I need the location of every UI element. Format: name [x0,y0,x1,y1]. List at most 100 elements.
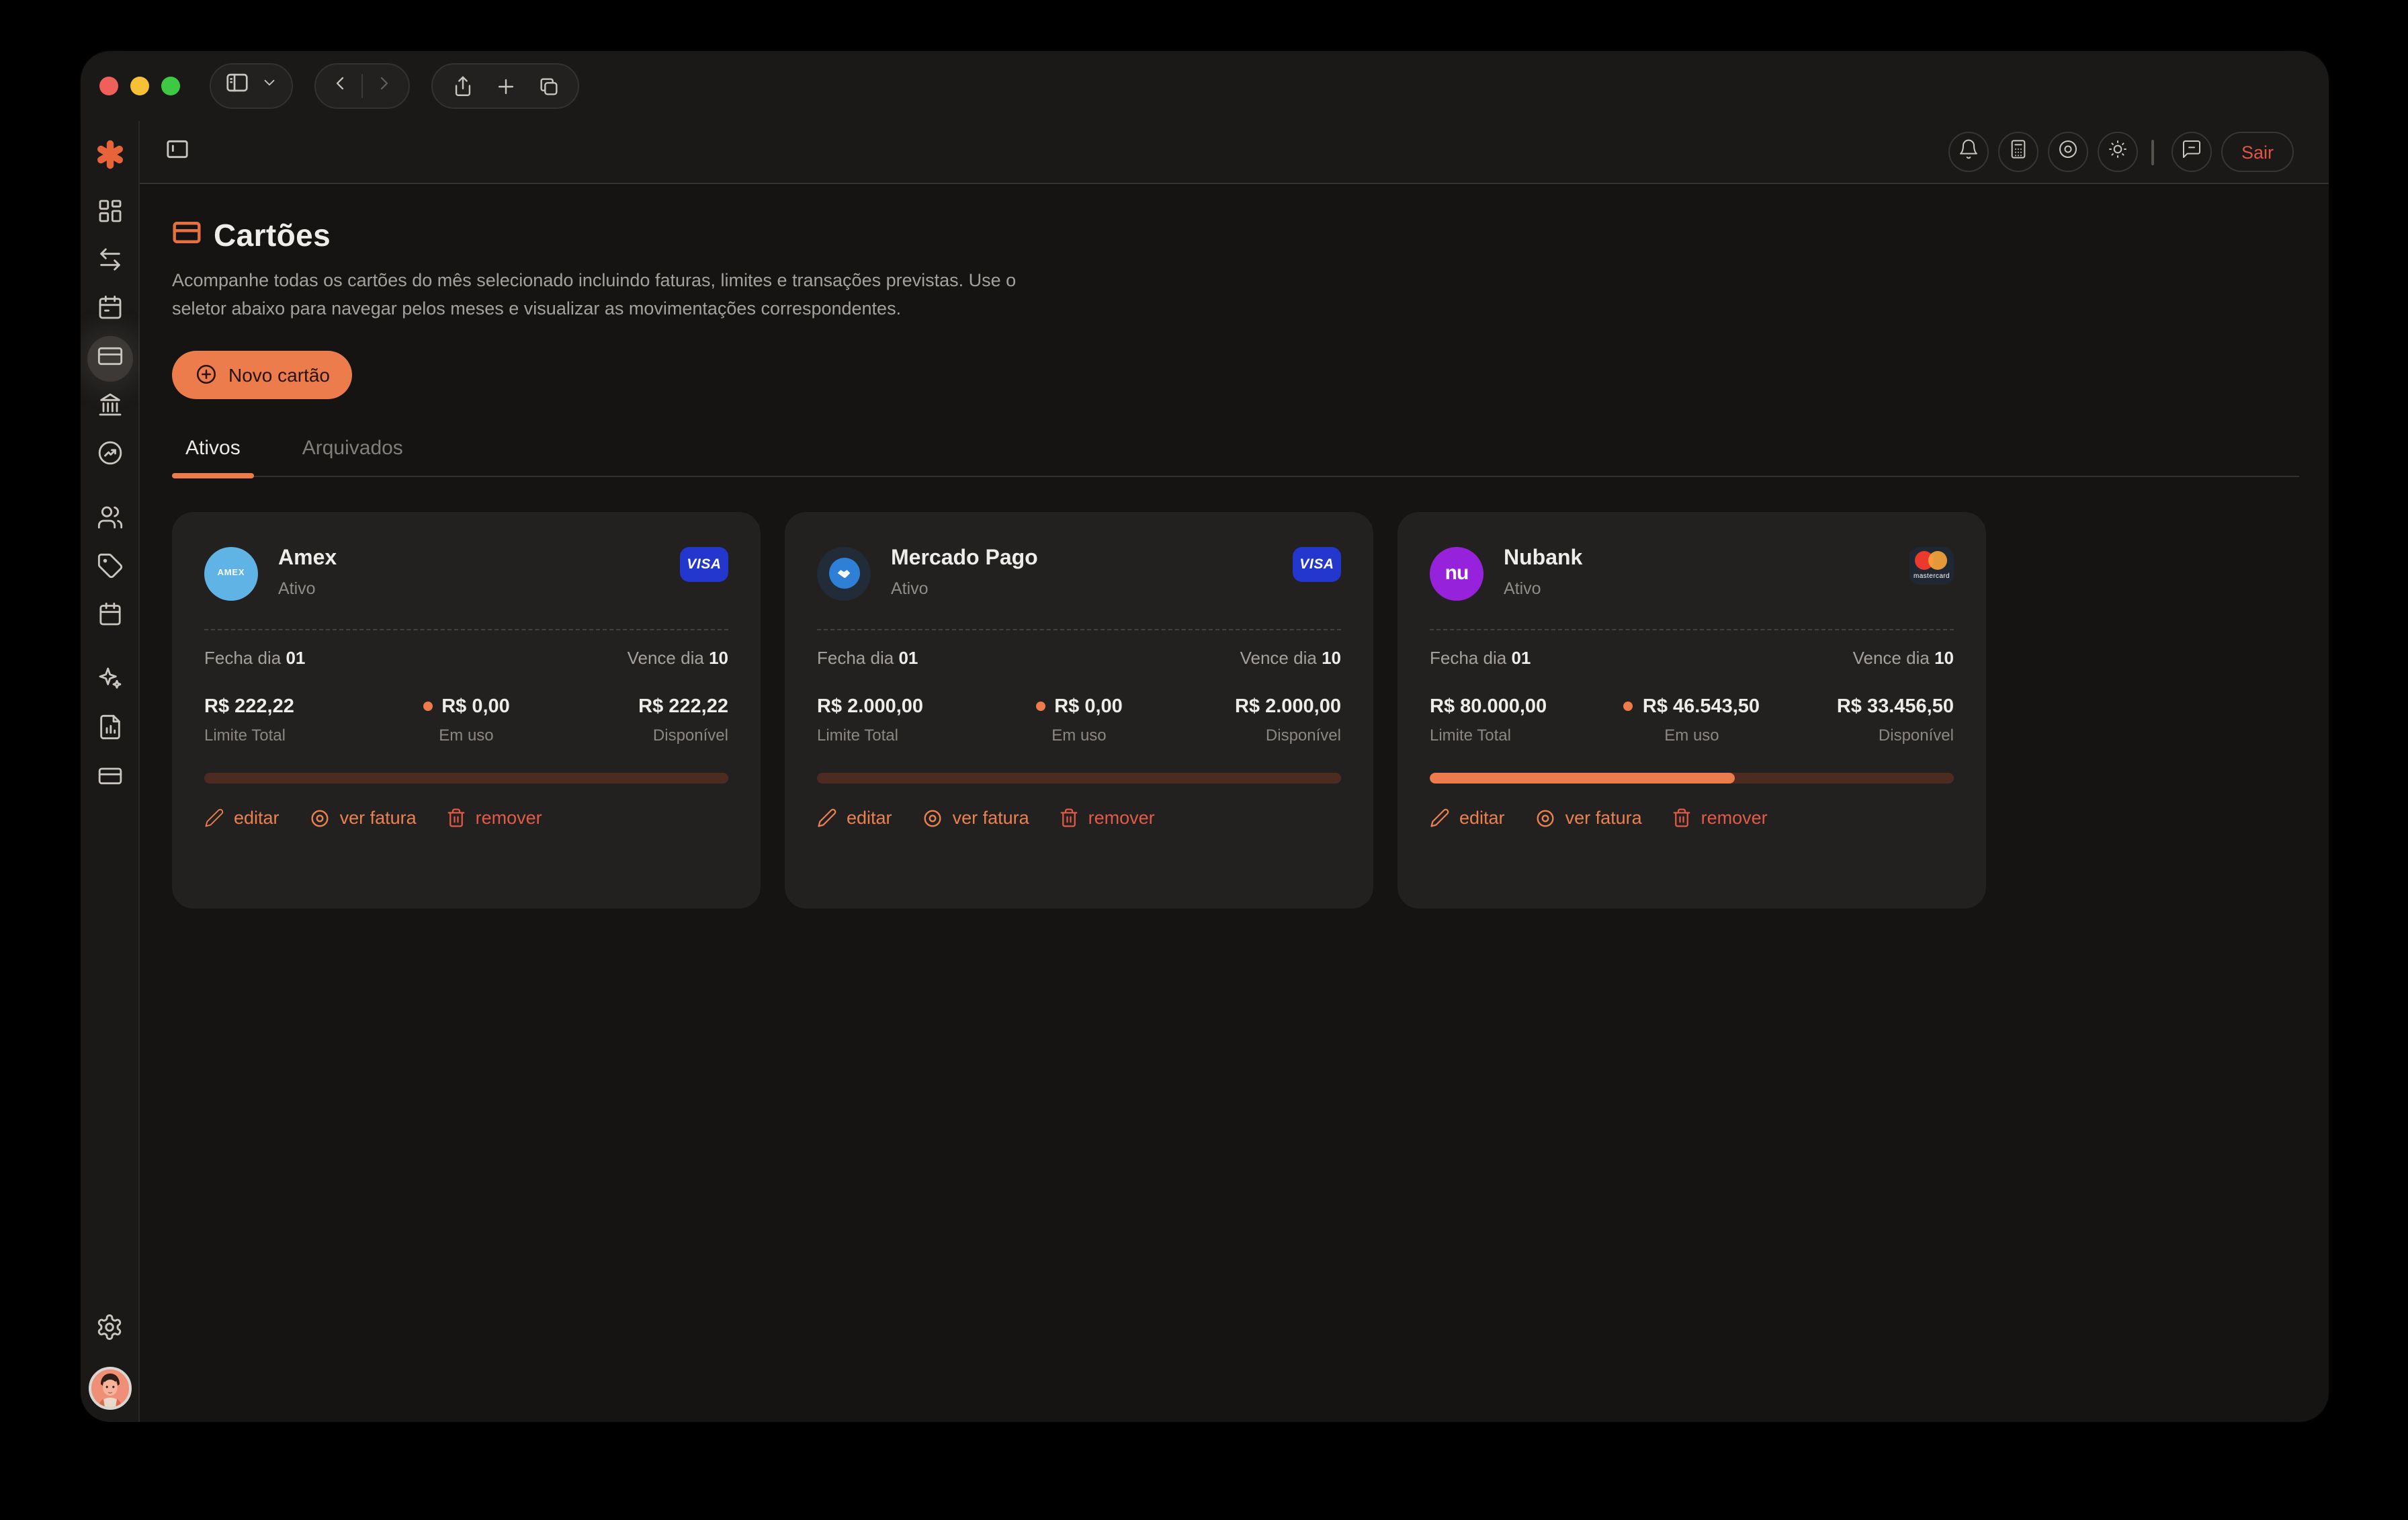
privacy-button[interactable] [2048,132,2088,172]
dashed-divider [817,629,1341,630]
view-invoice-button[interactable]: ver fatura [1535,808,1642,829]
limit-col: R$ 80.000,00 Limite Total [1430,696,1547,745]
edit-card-button[interactable]: editar [1430,808,1505,829]
in-use-label: Em uso [1664,726,1719,745]
handshake-icon [828,558,859,589]
new-card-button[interactable]: Novo cartão [172,351,353,399]
new-tab-button[interactable] [484,66,527,106]
sidebar-item-wallet[interactable] [87,755,132,801]
usage-progress-track [204,773,728,784]
sidebar-item-tags[interactable] [87,546,132,591]
card-mercado-pago: Mercado Pago Ativo VISA Fecha dia 01 Ven… [785,512,1373,909]
remove-label: remover [1701,808,1768,829]
usage-progress-track [817,773,1341,784]
back-button[interactable] [329,72,351,100]
limit-col: R$ 222,22 Limite Total [204,696,294,745]
mastercard-orange-circle [1928,551,1947,570]
tab-arquivados[interactable]: Arquivados [289,437,417,476]
sidebar-item-ai[interactable] [87,659,132,704]
limit-label: Limite Total [817,726,923,745]
calculator-button[interactable] [1998,132,2038,172]
card-meta: Amex Ativo [278,547,337,598]
sidebar-item-contacts[interactable] [87,497,132,543]
nubank-avatar-label: nu [1445,562,1469,585]
notifications-button[interactable] [1948,132,1989,172]
sidebar-item-cards[interactable] [87,336,132,382]
sidebar-group-secondary [87,497,132,640]
card-days-row: Fecha dia 01 Vence dia 10 [1430,648,1954,668]
traffic-lights [99,77,180,95]
page-content: Cartões Acompanhe todas os cartões do mê… [140,184,2329,1422]
history-nav-pill [314,63,410,109]
sidebar-item-dashboard[interactable] [87,191,132,237]
feedback-button[interactable] [2172,132,2212,172]
card-name: Mercado Pago [891,547,1038,571]
theme-button[interactable] [2098,132,2138,172]
sidebar-group-main [87,191,132,478]
in-use-col: R$ 0,00 Em uso [1035,696,1123,745]
edit-card-button[interactable]: editar [204,808,280,829]
card-header: nu Nubank Ativo mastercard [1430,547,1954,601]
usage-progress-track [1430,773,1954,784]
remove-card-button[interactable]: remover [1672,808,1768,829]
sidebar-item-settings[interactable] [87,1308,132,1353]
sidebar-item-bank[interactable] [87,384,132,430]
card-nubank: nu Nubank Ativo mastercard [1398,512,1986,909]
sidebar-toggle-pill[interactable] [210,63,293,109]
calendar-icon [96,294,123,327]
sidebar-item-reports[interactable] [87,707,132,753]
view-invoice-button[interactable]: ver fatura [922,808,1029,829]
forward-button[interactable] [374,72,395,100]
cards-page-icon [172,218,202,254]
card-amounts-row: R$ 222,22 Limite Total R$ 0,00 Em uso R$… [204,696,728,745]
view-invoice-button[interactable]: ver fatura [309,808,417,829]
sidebar-item-performance[interactable] [87,433,132,478]
tab-overview-button[interactable] [527,66,570,106]
plus-circle-icon [195,364,218,386]
file-chart-icon [96,713,123,747]
user-avatar[interactable] [88,1367,131,1410]
edit-card-button[interactable]: editar [817,808,892,829]
view-invoice-label: ver fatura [340,808,417,829]
tab-ativos[interactable]: Ativos [172,437,254,476]
sidebar-item-planner[interactable] [87,594,132,640]
in-use-dot-icon [423,702,432,712]
dashed-divider [1430,629,1954,630]
page-description: Acompanhe todas os cartões do mês seleci… [172,267,1048,324]
nubank-avatar: nu [1430,547,1484,601]
title-row: Cartões [172,218,2299,254]
clipboard-icon [96,600,123,634]
available-value: R$ 2.000,00 [1235,696,1341,718]
mercado-pago-avatar [817,547,871,601]
window-actions-pill [431,63,579,109]
edit-label: editar [234,808,280,829]
sidebar-item-transactions[interactable] [87,239,132,285]
in-use-col: R$ 0,00 Em uso [423,696,510,745]
share-button[interactable] [441,66,484,106]
remove-card-button[interactable]: remover [446,808,542,829]
view-invoice-label: ver fatura [953,808,1029,829]
available-label: Disponível [1879,726,1954,745]
remove-label: remover [476,808,542,829]
sidebar-item-calendar[interactable] [87,288,132,333]
calculator-icon [2008,138,2029,166]
app-logo-asterisk-icon[interactable] [89,134,130,175]
amex-avatar-label: AMEX [218,569,245,579]
tag-icon [96,552,123,585]
zoom-window-button[interactable] [161,77,180,95]
sun-icon [2107,138,2128,166]
remove-card-button[interactable]: remover [1059,808,1155,829]
card-meta: Nubank Ativo [1504,547,1582,598]
collapse-sidebar-button[interactable] [164,135,191,169]
bank-icon [96,390,123,424]
card-name: Nubank [1504,547,1582,571]
minimize-window-button[interactable] [130,77,149,95]
in-use-value: R$ 0,00 [1035,696,1123,718]
in-use-dot-icon [1035,702,1045,712]
close-window-button[interactable] [99,77,118,95]
limit-col: R$ 2.000,00 Limite Total [817,696,923,745]
chevron-down-icon [261,74,278,98]
visa-label: VISA [687,556,721,573]
in-use-dot-icon [1624,702,1633,712]
logout-button[interactable]: Sair [2221,132,2294,172]
